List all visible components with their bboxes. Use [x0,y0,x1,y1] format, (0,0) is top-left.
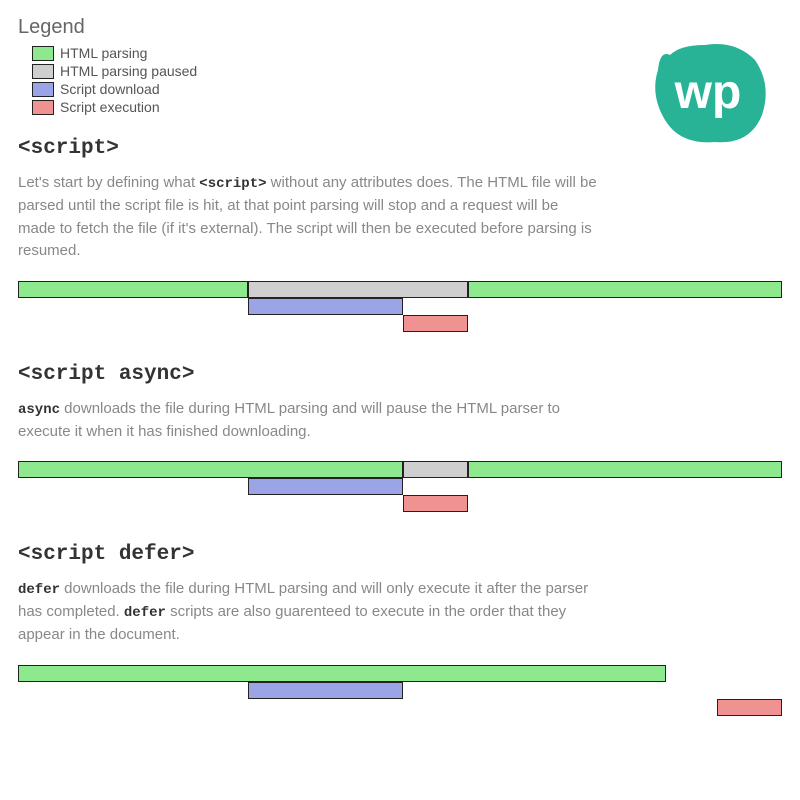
legend-swatch [32,100,54,115]
wp-logo: wp [650,40,770,150]
inline-code: <script> [199,176,266,192]
section: <script>Let's start by defining what <sc… [18,137,782,341]
timeline [18,461,782,521]
section: <script async> async downloads the file d… [18,363,782,522]
legend-label: HTML parsing paused [60,63,197,79]
legend-label: Script download [60,81,160,97]
legend-swatch [32,46,54,61]
inline-code: defer [124,605,166,621]
timeline-bar [717,699,782,716]
inline-code: async [18,402,60,418]
legend-swatch [32,82,54,97]
legend-title: Legend [18,16,782,39]
timeline-bar [248,478,403,495]
timeline-bar [468,461,782,478]
timeline-bar [248,298,403,315]
svg-text:wp: wp [674,66,742,119]
legend-label: HTML parsing [60,45,147,61]
timeline-bar [18,665,666,682]
timeline-bar [18,461,403,478]
timeline-bar [403,461,468,478]
legend-label: Script execution [60,99,160,115]
legend-swatch [32,64,54,79]
timeline-bar [403,495,468,512]
section: <script defer> defer downloads the file d… [18,543,782,725]
timeline [18,281,782,341]
timeline-bar [248,682,403,699]
timeline-bar [248,281,468,298]
timeline [18,665,782,725]
timeline-bar [403,315,468,332]
timeline-bar [18,281,248,298]
section-body: defer downloads the file during HTML par… [18,578,598,647]
section-heading: <script async> [18,363,782,386]
section-heading: <script defer> [18,543,782,566]
section-body: Let's start by defining what <script> wi… [18,172,598,263]
section-body: async downloads the file during HTML par… [18,398,598,444]
inline-code: defer [18,582,60,598]
timeline-bar [468,281,782,298]
